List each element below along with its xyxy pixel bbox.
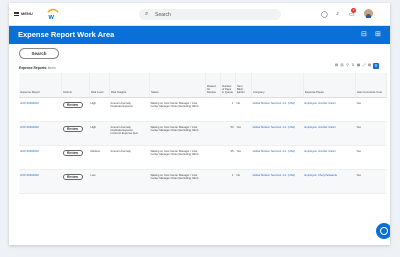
company-link[interactable]: Global Modern Services, Inc. (USA) [253,102,296,105]
svg-text:w: w [48,14,55,21]
grid-toolbar: ▤ ▥ ⚲ ⇅ ▦ ⤢ ▤ ☰ [335,63,379,69]
column-header[interactable]: Risk Insights [109,73,150,98]
table-row: EXP-00000000 Review Medium Amount Anomal… [19,145,386,170]
risk-insights: Amount Anomaly [109,145,149,170]
top-navigation-bar: MENU w ⌕ Search ◯ ♪ ▭ 3 [9,3,390,26]
notifications-bell-icon[interactable]: ♪ [336,11,339,17]
risk-insights: Amount Anomaly Duplicate Expense [109,97,149,122]
review-reason [205,121,220,146]
risk-insights [109,169,149,194]
filter-icon[interactable]: ⚲ [346,63,350,67]
user-avatar[interactable] [364,9,373,18]
pdf-icon[interactable]: ▥ [340,63,344,67]
review-reason [205,169,220,194]
days-in-queue: 35 [220,145,235,170]
has-comments: Yes [355,121,386,146]
search-icon: ⌕ [145,11,149,17]
company-link[interactable]: Global Modern Services, Inc. (USA) [253,150,296,153]
column-header[interactable]: Number of Days in Queue [220,73,236,98]
column-header[interactable]: Reason for Review [205,73,221,98]
review-button[interactable]: Review [62,125,83,132]
app-window: MENU w ⌕ Search ◯ ♪ ▭ 3 Expense Report W… [9,3,390,245]
payee-link[interactable]: Employee: Jennifer Carter [305,126,336,129]
column-header[interactable]: Company [251,73,304,98]
table-header-row: Expense Report Actions Risk Level Risk I… [19,73,387,98]
menu-button[interactable]: MENU [14,11,33,16]
payee-link[interactable]: Employee: Jennifer Carter [305,102,336,105]
risk-level: High [89,121,109,146]
column-header[interactable]: Has Comments Cost [355,73,387,98]
sent-back: No [235,97,251,122]
chat-icon[interactable]: ◯ [321,11,328,18]
sent-back: Yes [235,121,251,146]
search-button[interactable]: Search [19,48,59,59]
risk-insights: Amount Anomaly Duplicate Expense Incorre… [109,121,149,146]
column-header[interactable]: Sent Back Earlier [235,73,252,98]
payee-link[interactable]: Employee: Jennifer Carter [305,150,336,153]
status: Waiting on Cost Center Manager / Cost Ce… [149,145,205,170]
payee-link[interactable]: Employee: Cheryl Edwards [305,174,337,177]
review-button[interactable]: Review [62,101,83,108]
review-reason [205,97,220,122]
review-reason [205,145,220,170]
table-view-icon[interactable]: ▤ [368,63,372,67]
status: Waiting on Cost Center Manager / Cost Ce… [149,97,205,122]
sent-back: Yes [235,145,251,170]
has-comments: Yes [355,169,386,194]
expense-report-link[interactable]: EXP-00000000 [21,174,39,177]
hamburger-icon [14,11,19,16]
status: Waiting on Cost Center Manager / Cost Ce… [149,121,205,146]
column-header[interactable]: Expense Report [19,73,62,98]
review-button[interactable]: Review [62,173,83,180]
page-header: Expense Report Work Area ⊟ ⊞ [9,26,390,44]
company-link[interactable]: Global Modern Services, Inc. (USA) [253,126,296,129]
risk-level: Medium [89,145,109,170]
table-row: EXP-00000000 Review High Amount Anomaly … [19,97,386,122]
risk-level: High [89,97,109,122]
fullscreen-icon[interactable]: ⤢ [362,63,366,67]
days-in-queue: 1 [220,97,235,122]
days-in-queue: 53 [220,121,235,146]
status: Waiting on Cost Center Manager / Cost Ce… [149,169,205,194]
workday-logo-icon[interactable]: w [46,7,60,21]
column-header[interactable]: Actions [61,73,90,98]
search-input[interactable]: ⌕ Search [139,9,281,20]
page-title: Expense Report Work Area [18,30,115,39]
expense-report-link[interactable]: EXP-00000000 [21,102,39,105]
sent-back: No [235,169,251,194]
has-comments: Yes [355,97,386,122]
assistant-chat-button[interactable] [376,223,390,239]
settings-panel-icon[interactable]: ⊞ [375,30,381,38]
expense-report-link[interactable]: EXP-00000000 [21,126,39,129]
list-view-icon[interactable]: ☰ [373,63,379,69]
review-button[interactable]: Review [62,149,83,156]
items-count: 4 items [45,66,56,70]
export-excel-icon[interactable]: ▤ [335,63,339,67]
expense-reports-label: Expense Reports [19,66,46,70]
days-in-queue: 1 [220,169,235,194]
company-link[interactable]: Global Modern Services, Inc. (USA) [253,174,296,177]
column-header[interactable]: Risk Level [89,73,110,98]
has-comments: Yes [355,145,386,170]
chart-icon[interactable]: ▦ [357,63,361,67]
column-header[interactable]: Expense Payee [303,73,356,98]
expense-report-link[interactable]: EXP-00000000 [21,150,39,153]
search-placeholder: Search [155,11,171,18]
table-row: EXP-00000000 Review High Amount Anomaly … [19,121,386,146]
expense-reports-table: Expense Report Actions Risk Level Risk I… [19,73,387,194]
sort-icon[interactable]: ⇅ [351,63,355,67]
menu-label: MENU [21,11,33,16]
column-header[interactable]: Status [149,73,206,98]
inbox-count-badge: 3 [351,8,356,13]
risk-level: Low [89,169,109,194]
export-icon[interactable]: ⊟ [361,30,367,38]
table-row: EXP-00000000 Review Low Waiting on Cost … [19,169,386,194]
